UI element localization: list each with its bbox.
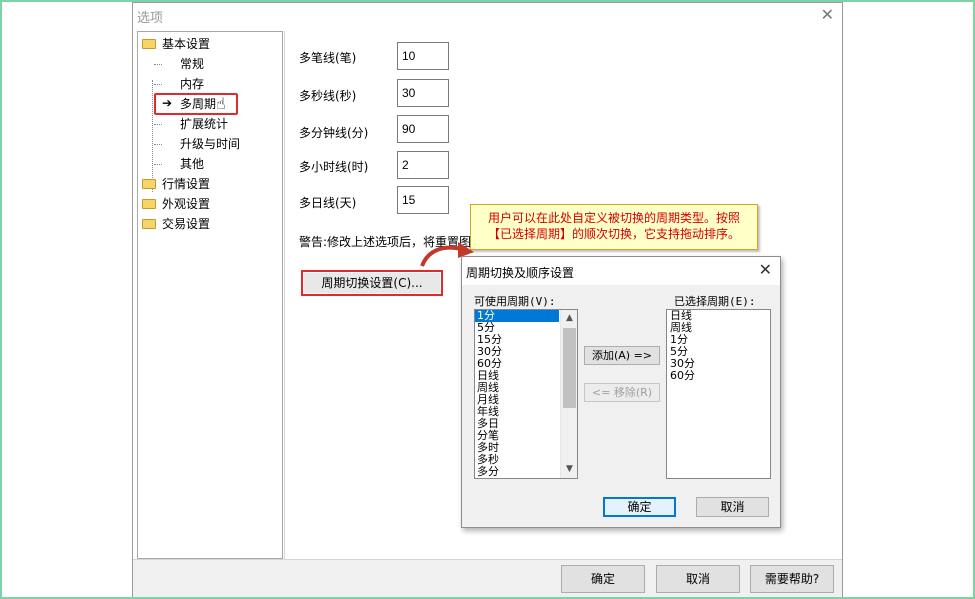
field-label-tick-lines: 多笔线(笔) — [299, 51, 357, 65]
tree-item-memory[interactable]: 内存 — [180, 75, 204, 93]
tree-connector — [154, 64, 162, 65]
hand-cursor-icon: ☝ — [216, 94, 226, 113]
folder-icon — [142, 199, 156, 209]
folder-open-icon — [142, 39, 156, 49]
ok-button[interactable]: 确定 — [603, 497, 676, 517]
arrow-right-icon: ➔ — [162, 96, 173, 110]
remove-period-button[interactable]: <= 移除(R) — [584, 383, 660, 402]
tree-connector — [154, 84, 162, 85]
field-label-day-lines: 多日线(天) — [299, 196, 357, 210]
add-period-button[interactable]: 添加(A) => — [584, 346, 660, 365]
second-lines-input[interactable] — [397, 79, 449, 107]
period-switch-dialog-title: 周期切换及顺序设置 — [466, 266, 575, 280]
tree-group-label: 基本设置 — [162, 37, 211, 51]
field-label-hour-lines: 多小时线(时) — [299, 160, 369, 174]
ok-button[interactable]: 确定 — [561, 565, 645, 593]
chevron-down-icon[interactable]: ▼ — [561, 461, 577, 478]
close-icon[interactable]: ✕ — [759, 260, 772, 279]
selected-periods-label: 已选择周期(E): — [674, 295, 756, 308]
folder-icon — [142, 219, 156, 229]
scrollbar[interactable]: ▲ ▼ — [560, 310, 577, 478]
tree-connector — [154, 164, 162, 165]
tree-group-trading[interactable]: 交易设置 — [142, 215, 210, 233]
cancel-button[interactable]: 取消 — [696, 497, 769, 517]
field-label-second-lines: 多秒线(秒) — [299, 89, 357, 103]
tree-group-basic[interactable]: 基本设置 — [142, 35, 210, 53]
tree-connector — [154, 144, 162, 145]
tick-lines-input[interactable] — [397, 42, 449, 70]
scroll-thumb[interactable] — [563, 328, 576, 408]
tooltip-callout: 用户可以在此处自定义被切换的周期类型。按照 【已选择周期】的顺次切换，它支持拖动… — [470, 204, 758, 250]
hour-lines-input[interactable] — [397, 151, 449, 179]
tree-item-multi-period[interactable]: 多周期 — [180, 95, 216, 113]
options-dialog-title: 选项 — [137, 11, 164, 26]
tree-group-label: 行情设置 — [162, 177, 211, 191]
selected-periods-list[interactable]: 日线 周线 1分 5分 30分 60分 — [666, 309, 771, 479]
list-item[interactable]: 60分 — [667, 370, 770, 382]
tree-item-other[interactable]: 其他 — [180, 155, 204, 173]
tree-group-label: 交易设置 — [162, 217, 211, 231]
chevron-up-icon[interactable]: ▲ — [561, 310, 577, 327]
period-switch-dialog-header: 周期切换及顺序设置 ✕ — [462, 257, 780, 285]
tooltip-line: 用户可以在此处自定义被切换的周期类型。按照 — [487, 211, 740, 225]
period-switch-settings-button[interactable]: 周期切换设置(C)... — [301, 270, 443, 296]
day-lines-input[interactable] — [397, 186, 449, 214]
cancel-button[interactable]: 取消 — [656, 565, 740, 593]
tree-connector — [154, 124, 162, 125]
help-button[interactable]: 需要帮助? — [750, 565, 834, 593]
tree-item-general[interactable]: 常规 — [180, 55, 204, 73]
dialog-button-bar: 确定 取消 需要帮助? — [133, 559, 842, 597]
tree-group-quotes[interactable]: 行情设置 — [142, 175, 210, 193]
settings-tree: 基本设置 常规 内存 ➔ 多周期 扩展统计 升级与时间 其他 行情设置 外观设置… — [137, 31, 283, 559]
tree-item-extended-stats[interactable]: 扩展统计 — [180, 115, 228, 133]
tree-group-appearance[interactable]: 外观设置 — [142, 195, 210, 213]
available-periods-label: 可使用周期(V): — [474, 295, 556, 308]
tree-group-label: 外观设置 — [162, 197, 211, 211]
tooltip-line: 【已选择周期】的顺次切换，它支持拖动排序。 — [487, 227, 740, 241]
available-periods-list[interactable]: 1分 5分 15分 30分 60分 日线 周线 月线 年线 多日 分笔 多时 多… — [474, 309, 578, 479]
close-icon[interactable]: ✕ — [821, 5, 834, 24]
minute-lines-input[interactable] — [397, 115, 449, 143]
tree-item-upgrade-time[interactable]: 升级与时间 — [180, 135, 240, 153]
folder-icon — [142, 179, 156, 189]
period-switch-dialog: 周期切换及顺序设置 ✕ 可使用周期(V): 已选择周期(E): 1分 5分 15… — [461, 256, 781, 528]
field-label-minute-lines: 多分钟线(分) — [299, 126, 369, 140]
